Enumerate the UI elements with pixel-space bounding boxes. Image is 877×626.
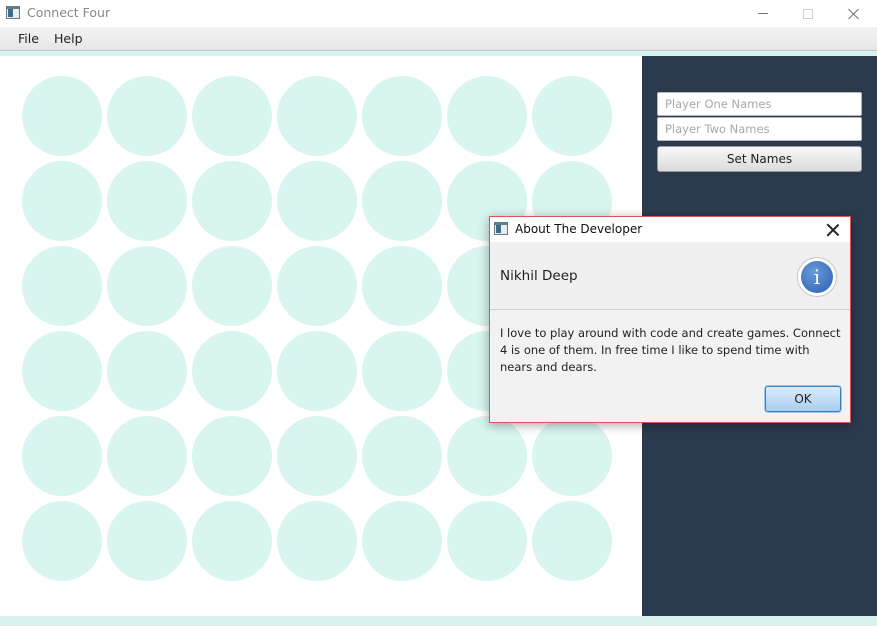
board-slot[interactable]: [22, 246, 102, 326]
board-slot[interactable]: [277, 416, 357, 496]
board-slot[interactable]: [192, 76, 272, 156]
dialog-title: About The Developer: [515, 222, 643, 236]
ok-button[interactable]: OK: [765, 386, 841, 412]
board-slot[interactable]: [277, 76, 357, 156]
minimize-icon: [758, 13, 768, 14]
title-bar: Connect Four: [0, 0, 877, 27]
board-slot[interactable]: [532, 76, 612, 156]
close-icon: [848, 8, 860, 20]
player-one-name-input[interactable]: [657, 92, 862, 116]
board-slot[interactable]: [107, 416, 187, 496]
board-slot[interactable]: [277, 331, 357, 411]
info-icon: i: [797, 257, 837, 297]
board-slot[interactable]: [107, 331, 187, 411]
board-slot[interactable]: [192, 501, 272, 581]
board-slot[interactable]: [107, 161, 187, 241]
board-slot[interactable]: [362, 416, 442, 496]
maximize-button[interactable]: [785, 0, 831, 27]
dialog-close-icon[interactable]: [826, 223, 840, 237]
app-icon: [6, 6, 20, 19]
board-slot[interactable]: [532, 501, 612, 581]
menu-help[interactable]: Help: [54, 31, 83, 46]
board-slot[interactable]: [22, 331, 102, 411]
menu-bar: File Help: [0, 27, 877, 51]
maximize-icon: [803, 8, 813, 19]
board-slot[interactable]: [362, 76, 442, 156]
close-button[interactable]: [831, 0, 877, 27]
board-slot[interactable]: [22, 416, 102, 496]
board-slot[interactable]: [362, 246, 442, 326]
dialog-header: Nikhil Deep i: [490, 242, 850, 310]
window-title: Connect Four: [27, 5, 111, 20]
board-slot[interactable]: [192, 246, 272, 326]
board-slot[interactable]: [22, 501, 102, 581]
bottom-strip: [0, 616, 877, 626]
board-slot[interactable]: [192, 331, 272, 411]
minimize-button[interactable]: [740, 0, 786, 27]
set-names-button[interactable]: Set Names: [657, 146, 862, 172]
dialog-content-text: I love to play around with code and crea…: [500, 326, 841, 374]
board-slot[interactable]: [362, 501, 442, 581]
board-slot[interactable]: [22, 161, 102, 241]
dialog-header-text: Nikhil Deep: [500, 268, 578, 284]
board-slot[interactable]: [447, 416, 527, 496]
about-dialog: About The Developer Nikhil Deep i I love…: [489, 216, 851, 423]
board-slot[interactable]: [192, 416, 272, 496]
board-slot[interactable]: [532, 416, 612, 496]
board-slot[interactable]: [277, 246, 357, 326]
board-slot[interactable]: [192, 161, 272, 241]
board-slot[interactable]: [107, 246, 187, 326]
player-two-name-input[interactable]: [657, 117, 862, 141]
board-slot[interactable]: [22, 76, 102, 156]
app-window: Connect Four File Help Set Names About T…: [0, 0, 877, 626]
dialog-title-bar: About The Developer: [490, 217, 850, 242]
board-slot[interactable]: [107, 501, 187, 581]
board-slot[interactable]: [447, 76, 527, 156]
menu-file[interactable]: File: [18, 31, 39, 46]
board-slot[interactable]: [277, 501, 357, 581]
dialog-app-icon: [494, 222, 508, 235]
board-slot[interactable]: [362, 161, 442, 241]
board-slot[interactable]: [107, 76, 187, 156]
board-slot[interactable]: [277, 161, 357, 241]
board-slot[interactable]: [362, 331, 442, 411]
board-slot[interactable]: [447, 501, 527, 581]
